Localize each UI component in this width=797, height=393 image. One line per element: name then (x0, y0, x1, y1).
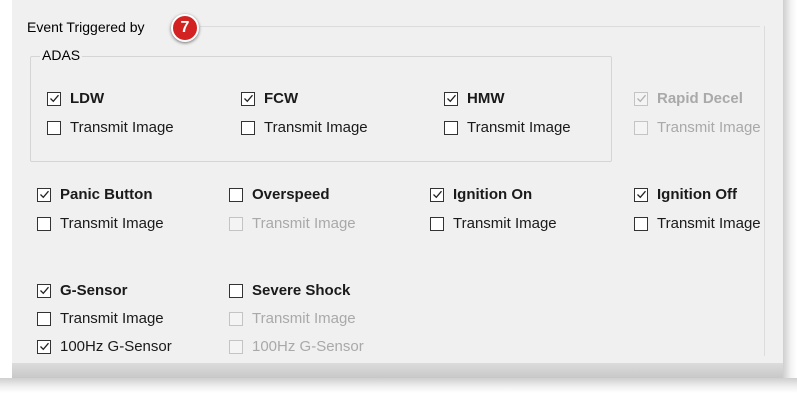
step-badge: 7 (171, 14, 199, 42)
checkbox-icon (229, 187, 243, 202)
overspeed-transmit-image-checkbox[interactable]: Transmit Image (229, 215, 356, 232)
checkbox-icon (444, 120, 458, 135)
ignition-on-checkbox[interactable]: Ignition On (430, 186, 532, 203)
ldw-checkbox[interactable]: LDW (47, 90, 104, 107)
hmw-label: HMW (467, 90, 505, 107)
checkbox-icon (229, 311, 243, 326)
section-frame-right (764, 26, 765, 356)
checkbox-icon (241, 120, 255, 135)
checkbox-icon (229, 339, 243, 354)
g-sensor-checkbox[interactable]: G-Sensor (37, 282, 128, 299)
ldw-label: LDW (70, 90, 105, 107)
adas-group-box (30, 56, 612, 162)
panel-edge-bottom (12, 363, 783, 378)
checkbox-icon (229, 283, 243, 298)
checkbox-icon (37, 187, 51, 202)
fcw-label: FCW (264, 90, 299, 107)
rapid-decel-transmit-image-checkbox[interactable]: Transmit Image (634, 119, 761, 136)
checkbox-icon (430, 216, 444, 231)
g-sensor-transmit-image-checkbox[interactable]: Transmit Image (37, 310, 164, 327)
checkbox-icon (37, 216, 51, 231)
transmit-image-label: Transmit Image (252, 215, 356, 232)
transmit-image-label: Transmit Image (657, 215, 761, 232)
fcw-transmit-image-checkbox[interactable]: Transmit Image (241, 119, 368, 136)
panic-button-transmit-image-checkbox[interactable]: Transmit Image (37, 215, 164, 232)
overspeed-label: Overspeed (252, 186, 330, 203)
overspeed-checkbox[interactable]: Overspeed (229, 186, 330, 203)
100hz-g-sensor-label: 100Hz G-Sensor (60, 338, 172, 355)
ignition-off-transmit-image-checkbox[interactable]: Transmit Image (634, 215, 761, 232)
severe-shock-100hz-g-sensor-checkbox[interactable]: 100Hz G-Sensor (229, 338, 364, 355)
checkbox-icon (47, 120, 61, 135)
rapid-decel-label: Rapid Decel (657, 90, 743, 107)
transmit-image-label: Transmit Image (252, 310, 356, 327)
checkbox-icon (430, 187, 444, 202)
ignition-on-transmit-image-checkbox[interactable]: Transmit Image (430, 215, 557, 232)
severe-shock-label: Severe Shock (252, 282, 351, 299)
panic-button-label: Panic Button (60, 186, 153, 203)
section-divider (200, 26, 760, 27)
checkbox-icon (37, 283, 51, 298)
g-sensor-label: G-Sensor (60, 282, 128, 299)
ignition-on-label: Ignition On (453, 186, 533, 203)
ignition-off-checkbox[interactable]: Ignition Off (634, 186, 737, 203)
ldw-transmit-image-checkbox[interactable]: Transmit Image (47, 119, 174, 136)
transmit-image-label: Transmit Image (60, 310, 164, 327)
transmit-image-label: Transmit Image (467, 119, 571, 136)
100hz-g-sensor-label: 100Hz G-Sensor (252, 338, 364, 355)
transmit-image-label: Transmit Image (453, 215, 557, 232)
fcw-checkbox[interactable]: FCW (241, 90, 298, 107)
adas-group-label: ADAS (40, 47, 83, 63)
ignition-off-label: Ignition Off (657, 186, 737, 203)
transmit-image-label: Transmit Image (264, 119, 368, 136)
checkbox-icon (634, 216, 648, 231)
panic-button-checkbox[interactable]: Panic Button (37, 186, 153, 203)
checkbox-icon (634, 120, 648, 135)
checkbox-icon (37, 311, 51, 326)
checkbox-icon (444, 91, 458, 106)
severe-shock-checkbox[interactable]: Severe Shock (229, 282, 350, 299)
hmw-checkbox[interactable]: HMW (444, 90, 505, 107)
screenshot-shadow-right (783, 0, 797, 393)
section-title: Event Triggered by (27, 19, 145, 35)
checkbox-icon (47, 91, 61, 106)
checkbox-icon (37, 339, 51, 354)
checkbox-icon (229, 216, 243, 231)
rapid-decel-checkbox[interactable]: Rapid Decel (634, 90, 743, 107)
transmit-image-label: Transmit Image (70, 119, 174, 136)
screenshot-shadow-bottom (0, 378, 797, 393)
transmit-image-label: Transmit Image (657, 119, 761, 136)
checkbox-icon (241, 91, 255, 106)
transmit-image-label: Transmit Image (60, 215, 164, 232)
100hz-g-sensor-checkbox[interactable]: 100Hz G-Sensor (37, 338, 172, 355)
checkbox-icon (634, 187, 648, 202)
checkbox-icon (634, 91, 648, 106)
hmw-transmit-image-checkbox[interactable]: Transmit Image (444, 119, 571, 136)
severe-shock-transmit-image-checkbox[interactable]: Transmit Image (229, 310, 356, 327)
